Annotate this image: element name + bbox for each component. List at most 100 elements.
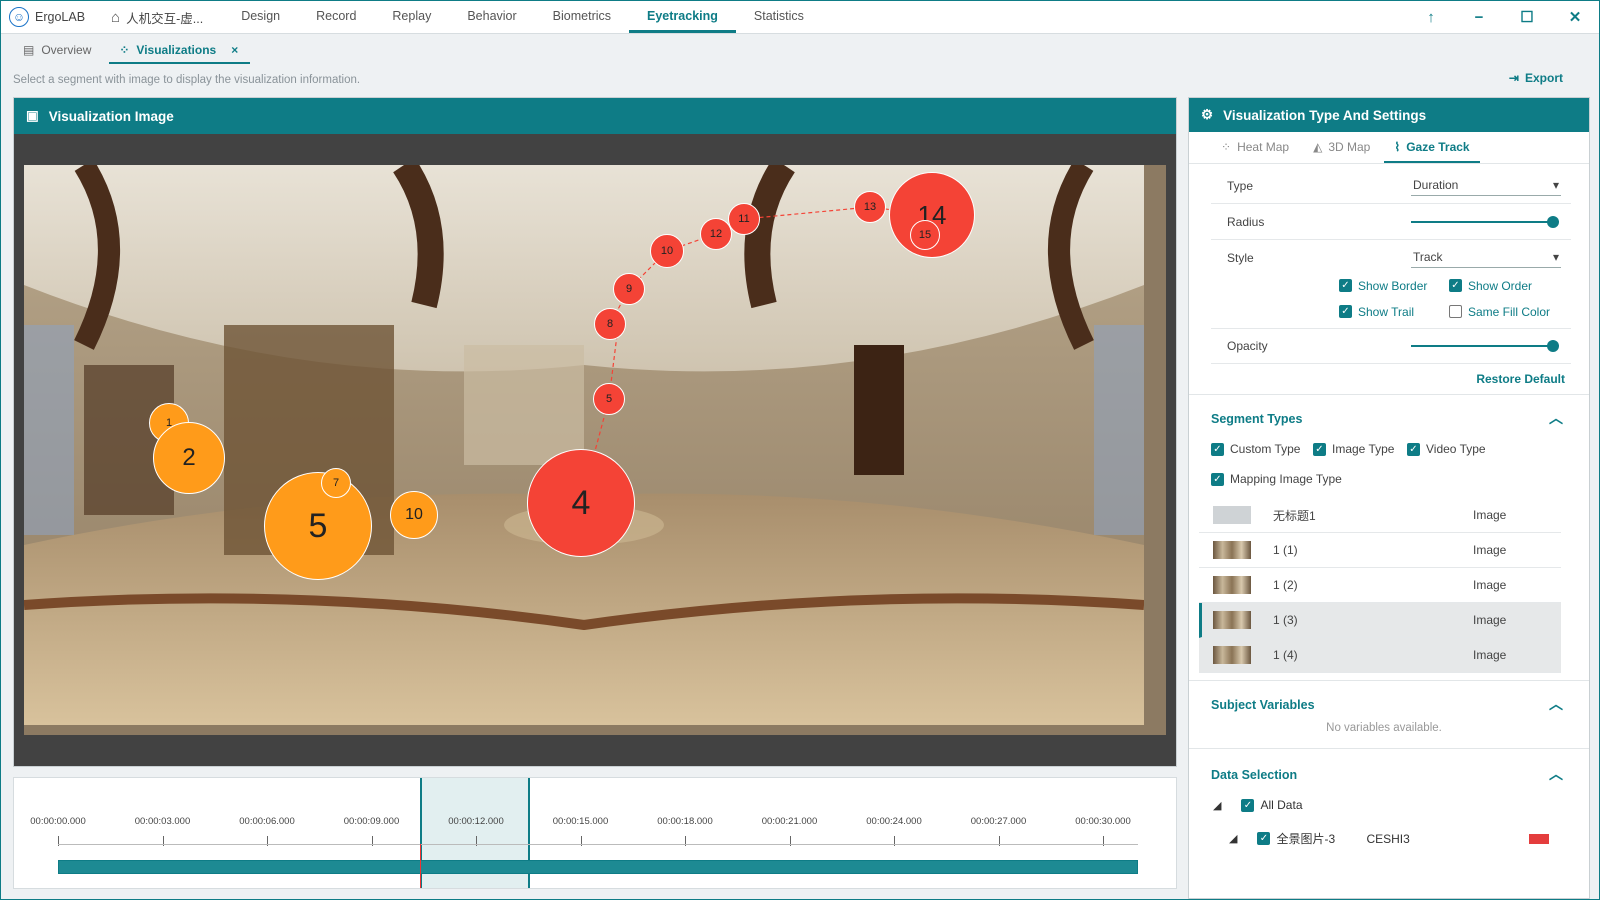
window-controls: ↑ − ☐ ✕ — [1407, 1, 1599, 33]
radius-slider-knob[interactable] — [1547, 215, 1559, 228]
project-tab[interactable]: ⌂ 人机交互-虚... — [97, 1, 223, 33]
all-data-node[interactable]: ◢ ✓ All Data — [1213, 798, 1303, 812]
timeline-playhead[interactable] — [420, 844, 421, 888]
menu-statistics[interactable]: Statistics — [736, 1, 822, 33]
series-color-swatch[interactable] — [1529, 833, 1549, 844]
expand-arrow-icon[interactable]: ◢ — [1213, 799, 1221, 812]
tab-visualizations-label: Visualizations — [136, 43, 217, 57]
segment-name: 1 (4) — [1273, 648, 1298, 662]
menu-record[interactable]: Record — [298, 1, 374, 33]
fixation-red-0[interactable]: 4 — [527, 449, 635, 557]
track-icon: ⌇ — [1394, 139, 1401, 154]
show-order-checkbox[interactable]: ✓ Show Order — [1449, 278, 1532, 293]
style-label: Style — [1227, 251, 1254, 265]
timeline[interactable]: 00:00:00.000 00:00:03.000 00:00:06.000 00:0… — [13, 777, 1177, 889]
timeline-tick-label: 00:00:30.000 — [1075, 816, 1131, 827]
tab-visualizations[interactable]: ⁘ Visualizations × — [109, 38, 251, 64]
fixation-red-8[interactable]: 8 — [594, 308, 626, 340]
tab-gaze-track-label: Gaze Track — [1406, 139, 1470, 154]
checkbox-checked-icon[interactable]: ✓ — [1241, 798, 1255, 812]
fixation-red-7[interactable]: 9 — [613, 273, 645, 305]
chevron-up-icon[interactable]: ︿ — [1549, 764, 1563, 784]
segment-row[interactable]: 1 (4) Image — [1199, 638, 1561, 673]
opacity-row: Opacity — [1211, 328, 1571, 364]
fixation-red-6[interactable]: 10 — [650, 234, 684, 268]
menu-behavior[interactable]: Behavior — [449, 1, 534, 33]
opacity-slider[interactable] — [1411, 340, 1559, 352]
segment-row[interactable]: 1 (2) Image — [1199, 568, 1561, 603]
segment-row[interactable]: 1 (1) Image — [1199, 533, 1561, 568]
mapping-image-type-checkbox[interactable]: ✓ Mapping Image Type — [1211, 472, 1342, 487]
checkbox-checked-icon: ✓ — [1211, 473, 1224, 487]
custom-type-checkbox[interactable]: ✓ Custom Type — [1211, 442, 1300, 457]
visualization-panel-header: ▣ Visualization Image — [14, 98, 1176, 134]
fixation-orange-4[interactable]: 10 — [390, 491, 438, 539]
segment-row-selected[interactable]: 1 (3) Image — [1199, 603, 1561, 638]
divider — [1189, 394, 1589, 395]
segment-type: Image — [1473, 613, 1507, 627]
main-menu: Design Record Replay Behavior Biometrics… — [223, 1, 822, 33]
timeline-range-bar[interactable] — [58, 860, 1138, 874]
fixation-red-3[interactable]: 13 — [854, 191, 886, 223]
minimize-icon[interactable]: − — [1455, 1, 1503, 33]
chevron-up-icon[interactable]: ︿ — [1549, 694, 1563, 714]
tab-heat-map[interactable]: ⁘ Heat Map — [1211, 132, 1299, 163]
radius-slider[interactable] — [1411, 215, 1559, 228]
ergolab-logo-icon: ☺ — [9, 7, 29, 27]
fixation-orange-2[interactable]: 5 — [264, 472, 372, 580]
tab-overview-label: Overview — [41, 43, 92, 57]
fixation-red-9[interactable]: 5 — [593, 383, 625, 415]
fixation-red-4[interactable]: 11 — [728, 203, 760, 235]
close-tab-icon[interactable]: × — [231, 43, 238, 57]
tab-overview[interactable]: ▤ Overview — [13, 38, 103, 64]
maximize-icon[interactable]: ☐ — [1503, 1, 1551, 33]
fixation-orange-3[interactable]: 7 — [321, 468, 351, 498]
settings-panel: ⚙ Visualization Type And Settings ⁘ Heat … — [1188, 97, 1590, 899]
upload-icon[interactable]: ↑ — [1407, 1, 1455, 33]
expand-arrow-icon[interactable]: ◢ — [1229, 832, 1237, 845]
export-button[interactable]: ⇥ Export — [1509, 71, 1563, 85]
settings-header: ⚙ Visualization Type And Settings — [1189, 98, 1589, 132]
chevron-up-icon[interactable]: ︿ — [1549, 408, 1563, 428]
data-item-node[interactable]: ◢ ✓ 全景图片-3 CESHI3 — [1229, 830, 1549, 847]
fixation-red-2[interactable]: 15 — [910, 220, 940, 250]
show-border-checkbox[interactable]: ✓ Show Border — [1339, 278, 1427, 293]
title-bar: ☺ ErgoLAB ⌂ 人机交互-虚... Design Record Repl… — [1, 1, 1599, 34]
checkbox-checked-icon: ✓ — [1449, 279, 1462, 293]
menu-design[interactable]: Design — [223, 1, 298, 33]
segment-name: 1 (3) — [1273, 613, 1298, 627]
menu-eyetracking[interactable]: Eyetracking — [629, 1, 736, 33]
close-icon[interactable]: ✕ — [1551, 1, 1599, 33]
image-type-checkbox[interactable]: ✓ Image Type — [1313, 442, 1394, 457]
sub-tabs: ▤ Overview ⁘ Visualizations × — [13, 38, 251, 64]
type-label: Type — [1227, 178, 1254, 193]
segment-thumbnail — [1213, 576, 1251, 594]
type-select[interactable]: Duration ▾ — [1411, 176, 1561, 196]
video-type-checkbox[interactable]: ✓ Video Type — [1407, 442, 1486, 457]
tab-heat-map-label: Heat Map — [1237, 139, 1290, 154]
segment-thumbnail — [1213, 646, 1251, 664]
menu-biometrics[interactable]: Biometrics — [535, 1, 629, 33]
segment-name: 无标题1 — [1273, 508, 1316, 523]
divider — [1189, 748, 1589, 749]
segment-row[interactable]: 无标题1 Image — [1199, 498, 1561, 533]
show-trail-checkbox[interactable]: ✓ Show Trail — [1339, 304, 1414, 319]
menu-replay[interactable]: Replay — [374, 1, 449, 33]
app-brand: ☺ ErgoLAB — [1, 1, 97, 33]
opacity-slider-knob[interactable] — [1547, 340, 1559, 352]
fixation-orange-1[interactable]: 2 — [153, 422, 225, 494]
checkbox-checked-icon[interactable]: ✓ — [1257, 832, 1271, 845]
tab-3d-map[interactable]: ◭ 3D Map — [1303, 132, 1380, 163]
visualization-panel: ▣ Visualization Image 1 2 5 7 10 4 14 15… — [13, 97, 1177, 767]
segment-thumbnail — [1213, 506, 1251, 524]
data-selection-title: Data Selection — [1211, 768, 1298, 782]
timeline-tick-label: 00:00:21.000 — [761, 816, 818, 827]
fixation-red-5[interactable]: 12 — [700, 218, 732, 250]
tab-gaze-track[interactable]: ⌇ Gaze Track — [1384, 132, 1480, 163]
dots-icon: ⁘ — [119, 43, 130, 57]
panorama-image[interactable]: 1 2 5 7 10 4 14 15 13 11 12 10 9 8 5 — [24, 165, 1166, 735]
style-select[interactable]: Track ▾ — [1411, 248, 1561, 268]
restore-default-button[interactable]: Restore Default — [1476, 372, 1565, 386]
segment-thumbnail — [1213, 541, 1251, 559]
same-fill-color-checkbox[interactable]: Same Fill Color — [1449, 304, 1550, 319]
